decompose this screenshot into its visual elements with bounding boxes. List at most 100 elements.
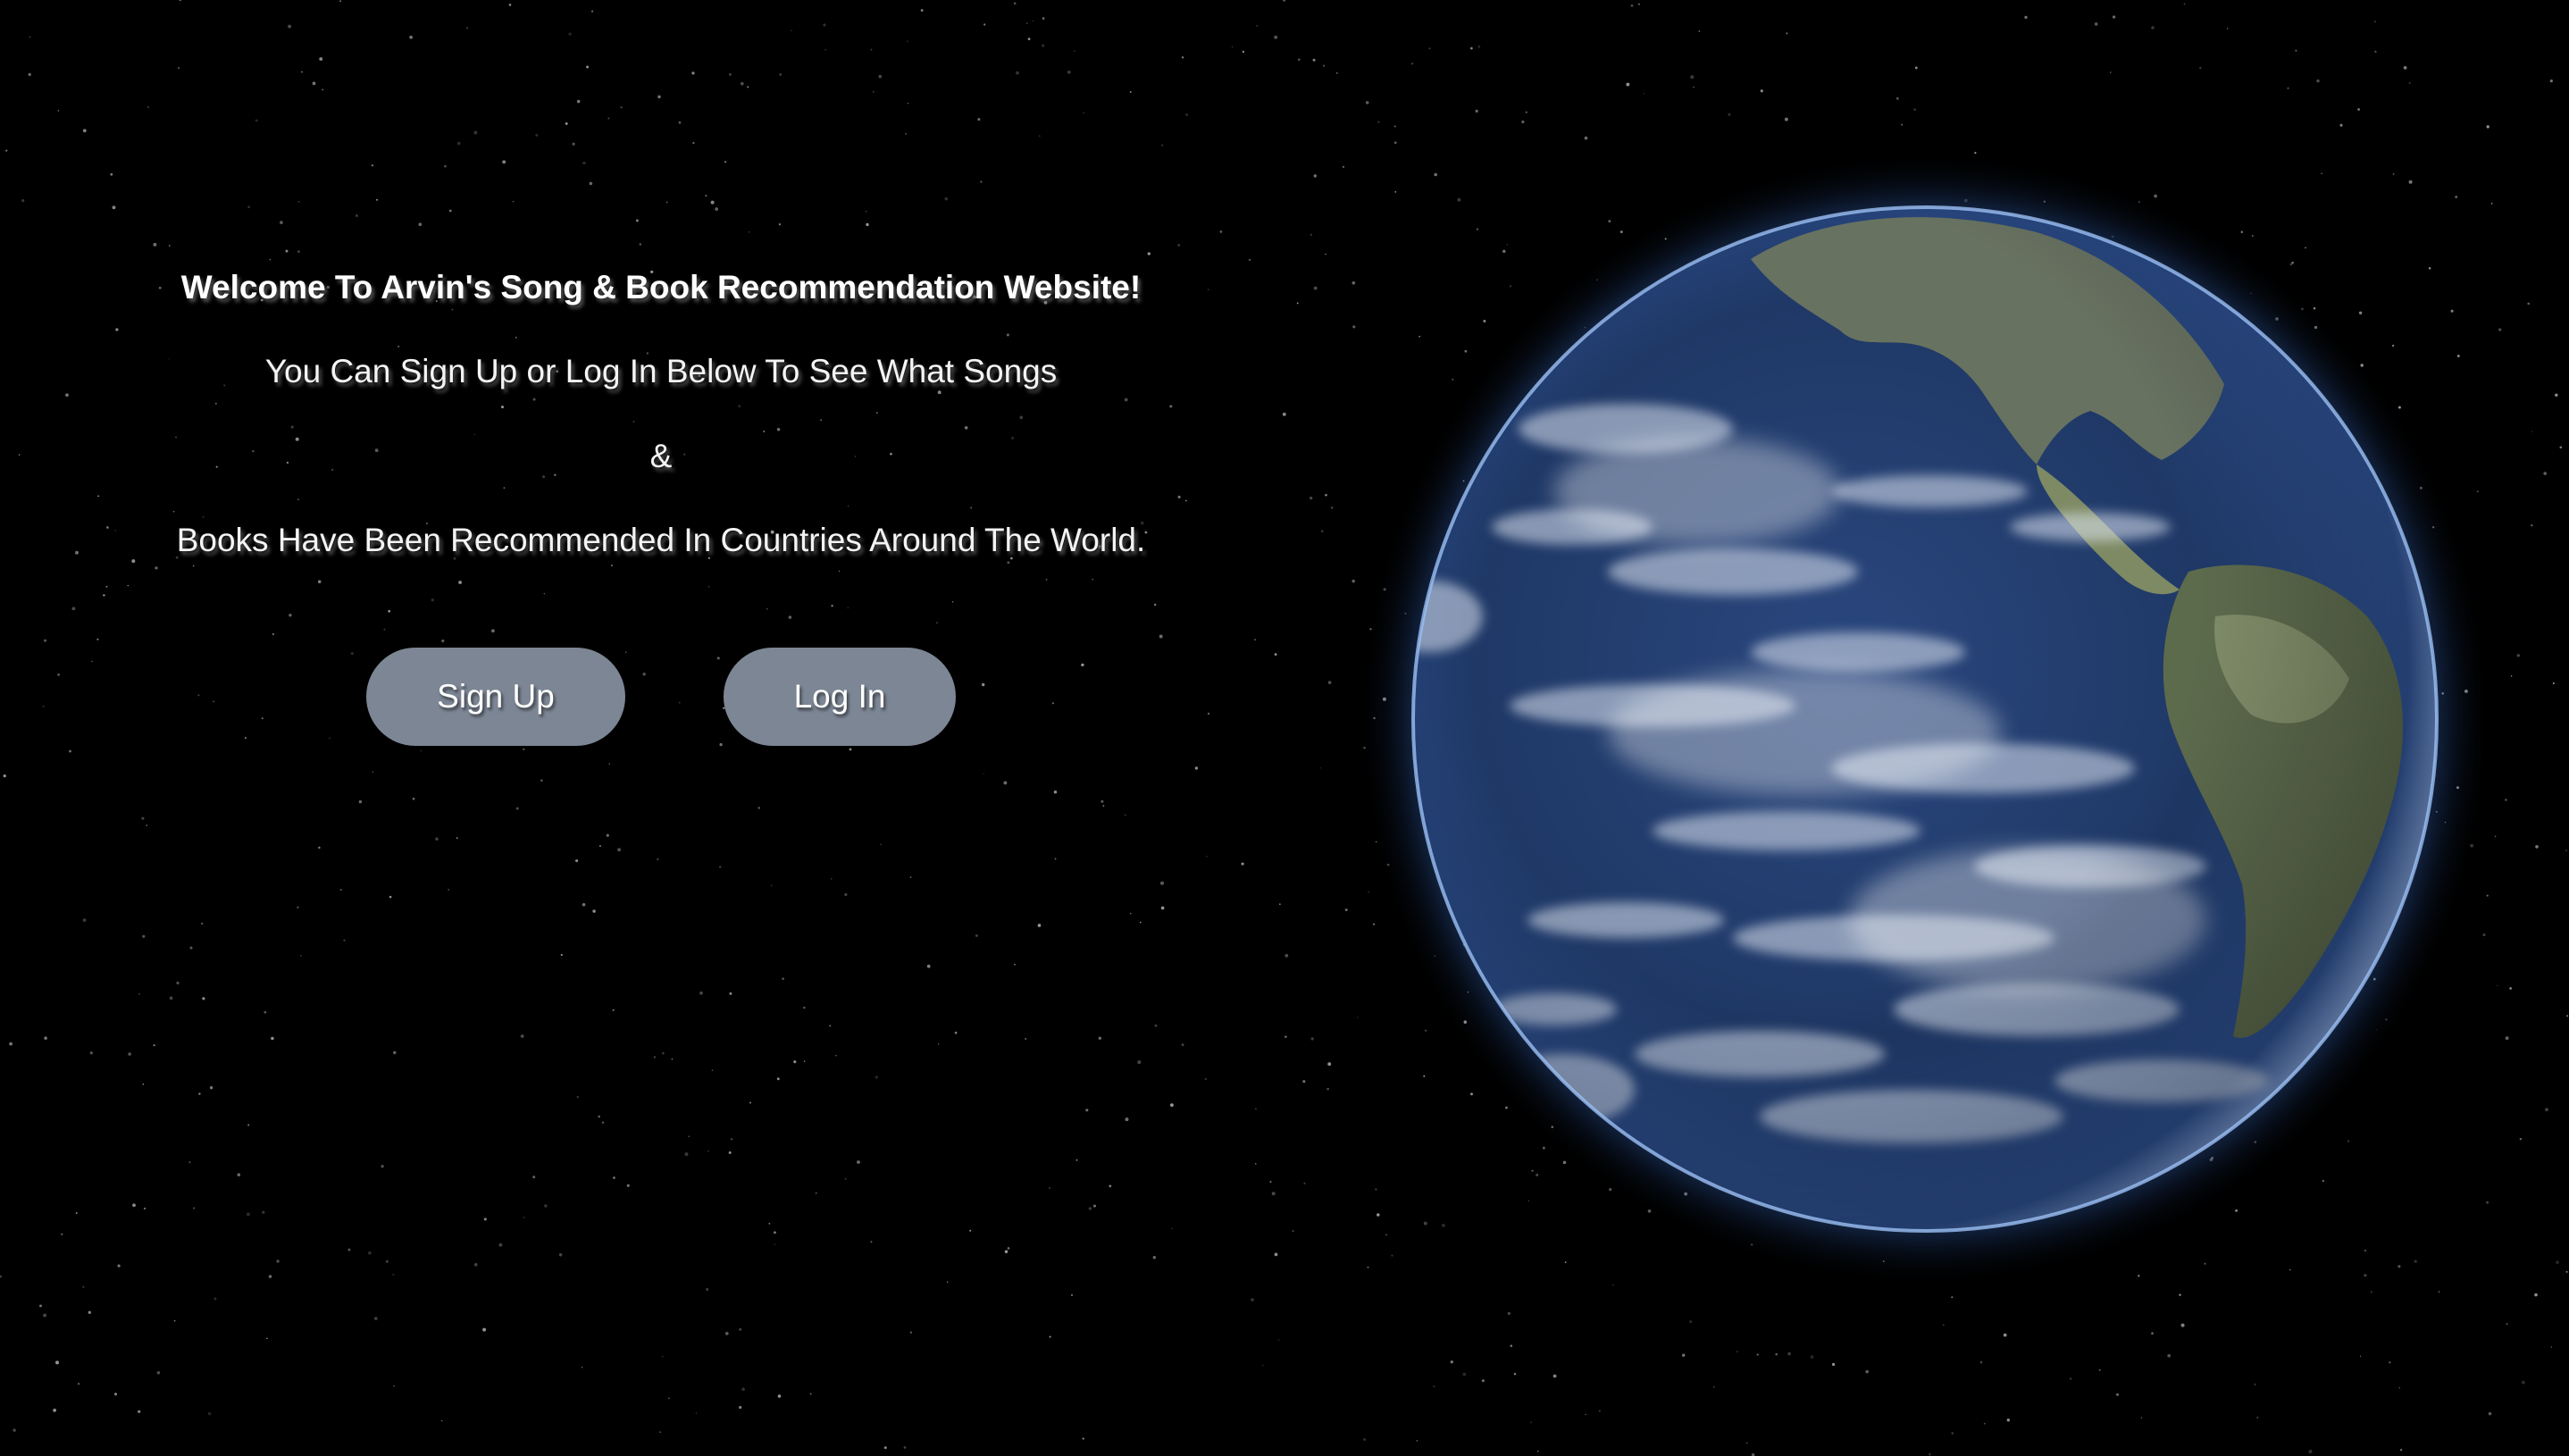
star [1979, 1360, 1983, 1364]
star [662, 1355, 664, 1358]
star [2370, 1291, 2372, 1293]
star [1007, 1247, 1010, 1250]
star [2359, 1355, 2362, 1357]
star [1152, 1256, 1156, 1259]
star [2003, 1333, 2007, 1337]
star [1983, 1422, 1986, 1425]
star [803, 1006, 806, 1009]
star [297, 906, 299, 909]
star [2110, 71, 2112, 73]
star [2140, 1417, 2143, 1418]
star [2516, 654, 2521, 657]
star [9, 1042, 13, 1046]
star [1185, 499, 1187, 502]
sign-up-button[interactable]: Sign Up [366, 648, 625, 746]
star [82, 1285, 85, 1288]
star [53, 1409, 56, 1412]
star [1254, 1108, 1258, 1110]
star [97, 495, 100, 498]
star [1598, 1410, 1601, 1412]
star [1283, 0, 1286, 2]
star [2555, 393, 2558, 397]
star [770, 884, 773, 887]
star [55, 1360, 59, 1365]
log-in-button[interactable]: Log In [724, 648, 956, 746]
star [2098, 1368, 2101, 1371]
star [385, 1259, 389, 1263]
star [188, 1161, 191, 1164]
star [88, 1310, 91, 1314]
star [1219, 230, 1223, 233]
star [373, 1317, 378, 1320]
star [1630, 4, 1634, 7]
star [177, 67, 180, 70]
star [793, 1060, 797, 1064]
star [544, 1204, 548, 1208]
star [2505, 1036, 2509, 1041]
star [523, 1217, 525, 1218]
star [1185, 113, 1188, 116]
star [1085, 1109, 1089, 1112]
star [2374, 50, 2377, 54]
star [383, 628, 386, 631]
star [1320, 530, 1324, 532]
star [44, 639, 47, 642]
star [983, 23, 986, 26]
star [824, 49, 826, 51]
star [1231, 46, 1234, 48]
star [975, 934, 978, 937]
star [1282, 412, 1286, 416]
star [977, 118, 981, 121]
star [1274, 1252, 1278, 1257]
star [255, 119, 258, 122]
star [96, 638, 99, 640]
star [1124, 814, 1126, 816]
star [456, 837, 458, 840]
star [2151, 26, 2155, 29]
star [389, 895, 392, 899]
star [2183, 3, 2186, 5]
star [1082, 1437, 1084, 1440]
star [2535, 845, 2539, 849]
star [874, 1075, 878, 1079]
star [375, 198, 379, 201]
star [1129, 912, 1132, 915]
star [809, 1393, 812, 1395]
star [1951, 1432, 1954, 1435]
star [371, 164, 374, 167]
star [393, 1385, 395, 1387]
star [2509, 987, 2512, 990]
star [1181, 56, 1184, 59]
star [2357, 108, 2361, 111]
star [695, 1412, 698, 1414]
star [142, 1083, 145, 1085]
star [1125, 1117, 1129, 1122]
star [13, 1428, 16, 1432]
star [127, 584, 130, 587]
star [778, 223, 782, 226]
star [1181, 1043, 1184, 1047]
star [117, 1264, 121, 1268]
star [115, 328, 119, 331]
star [339, 889, 342, 891]
star [684, 1152, 689, 1157]
star [699, 991, 703, 995]
star [2403, 66, 2407, 70]
star [105, 585, 108, 588]
star [620, 106, 623, 109]
star [586, 65, 590, 69]
star [667, 1397, 670, 1400]
star [168, 245, 171, 247]
star [576, 1095, 580, 1099]
star [2316, 79, 2320, 83]
star [1310, 1037, 1314, 1041]
star [246, 1212, 250, 1217]
star [2151, 1332, 2154, 1335]
star [1254, 1163, 1257, 1165]
star [3, 774, 6, 778]
star [1160, 881, 1164, 885]
star [82, 129, 87, 133]
star [91, 660, 93, 663]
star [880, 843, 883, 846]
star [29, 36, 31, 38]
